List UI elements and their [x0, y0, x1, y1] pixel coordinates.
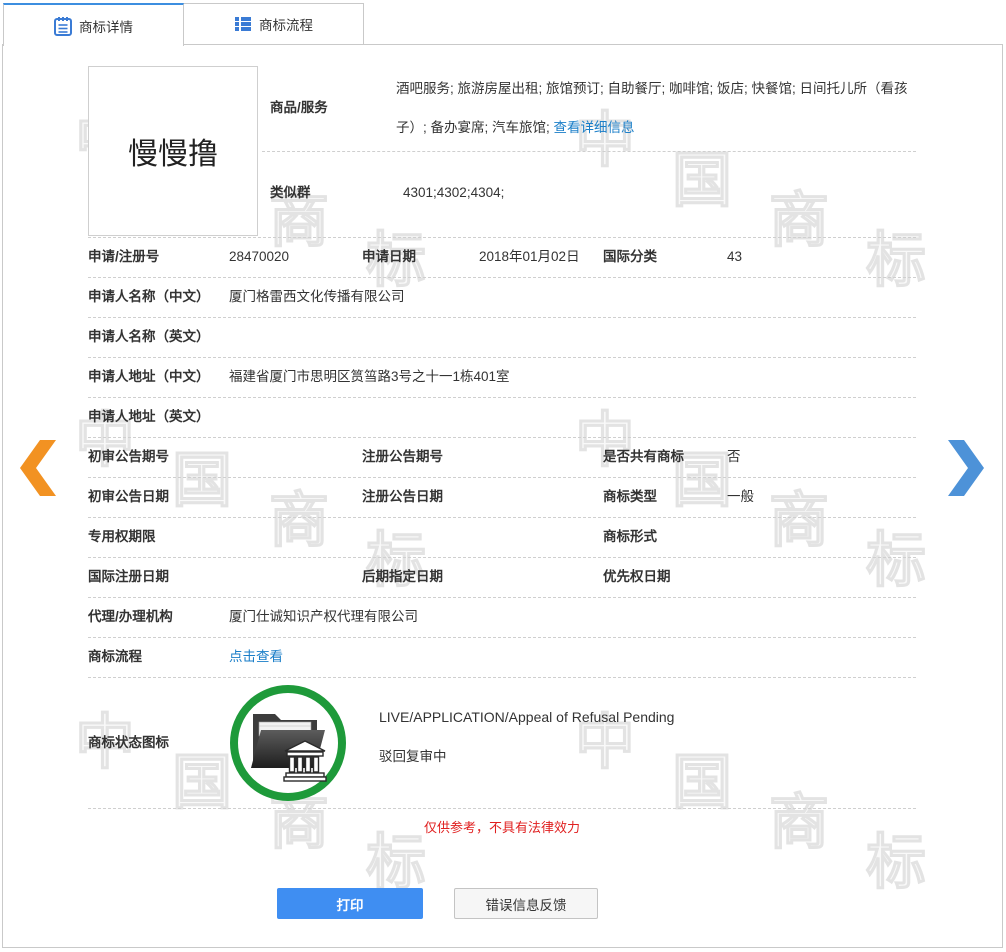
status-icon-label: 商标状态图标 [88, 735, 169, 750]
trademark-detail-page: 商标详情 商标流程 中国商标中国商标中国商标中国商标中国商标中国商标 慢慢撸 商… [0, 0, 1006, 952]
later-designation-date-label: 后期指定日期 [362, 569, 443, 584]
print-button-label: 打印 [336, 897, 364, 913]
preliminary-pub-no-label: 初审公告期号 [88, 449, 169, 464]
next-record-button[interactable] [948, 440, 984, 496]
chevron-left-icon [20, 440, 56, 496]
similar-group-label: 类似群 [270, 185, 311, 200]
application-date-label: 申请日期 [362, 249, 416, 264]
application-date-value: 2018年01月02日 [479, 249, 580, 264]
priority-date-label: 优先权日期 [603, 569, 671, 584]
applicant-address-cn-label: 申请人地址（中文） [88, 369, 210, 384]
applicant-address-cn-value: 福建省厦门市思明区筼筜路3号之十一1栋401室 [229, 369, 510, 384]
registration-pub-date-label: 注册公告日期 [362, 489, 443, 504]
exclusive-right-period-label: 专用权期限 [88, 529, 156, 544]
similar-group-value: 4301;4302;4304; [403, 185, 505, 200]
registration-pub-no-label: 注册公告期号 [362, 449, 443, 464]
status-text-en: LIVE/APPLICATION/Appeal of Refusal Pendi… [379, 709, 675, 725]
tab-label: 商标详情 [79, 19, 133, 35]
process-label: 商标流程 [88, 649, 142, 664]
applicant-address-en-label: 申请人地址（英文） [88, 409, 210, 424]
goods-services-label: 商品/服务 [270, 100, 328, 115]
goods-services-text: 酒吧服务; 旅游房屋出租; 旅馆预订; 自助餐厅; 咖啡馆; 饭店; 快餐馆; … [396, 81, 908, 135]
list-icon [234, 14, 252, 34]
registration-no-label: 申请/注册号 [88, 249, 160, 264]
trademark-type-label: 商标类型 [603, 489, 657, 504]
shared-trademark-label: 是否共有商标 [603, 449, 684, 464]
trademark-form-label: 商标形式 [603, 529, 657, 544]
print-button[interactable]: 打印 [277, 888, 423, 919]
shared-trademark-value: 否 [727, 449, 741, 464]
tab-trademark-details[interactable]: 商标详情 [3, 3, 184, 46]
intl-registration-date-label: 国际注册日期 [88, 569, 169, 584]
prev-record-button[interactable] [20, 440, 56, 496]
feedback-button[interactable]: 错误信息反馈 [454, 888, 598, 919]
registration-no-value: 28470020 [229, 249, 290, 264]
feedback-button-label: 错误信息反馈 [485, 897, 567, 913]
dashed-divider [88, 437, 916, 438]
dashed-divider [88, 557, 916, 558]
dashed-divider [88, 477, 916, 478]
dashed-divider [88, 517, 916, 518]
status-text-cn: 驳回复审中 [379, 749, 447, 764]
trademark-image: 慢慢撸 [88, 66, 258, 236]
view-process-link[interactable]: 点击查看 [229, 647, 283, 667]
trademark-type-value: 一般 [727, 489, 754, 504]
dashed-divider [88, 317, 916, 318]
tab-trademark-flow[interactable]: 商标流程 [183, 3, 364, 44]
dashed-divider [88, 637, 916, 638]
goods-services-value: 酒吧服务; 旅游房屋出租; 旅馆预订; 自助餐厅; 咖啡馆; 饭店; 快餐馆; … [396, 69, 916, 147]
dashed-divider [88, 597, 916, 598]
applicant-name-en-label: 申请人名称（英文） [88, 329, 210, 344]
disclaimer-text: 仅供参考，不具有法律效力 [423, 820, 580, 835]
trademark-image-text: 慢慢撸 [128, 138, 218, 171]
dashed-divider [88, 677, 916, 678]
view-details-link[interactable]: 查看详细信息 [554, 120, 635, 135]
applicant-name-cn-label: 申请人名称（中文） [88, 289, 210, 304]
international-class-value: 43 [727, 249, 743, 264]
dashed-divider [88, 237, 916, 238]
preliminary-pub-date-label: 初审公告日期 [88, 489, 169, 504]
dashed-divider [88, 397, 916, 398]
dashed-divider [262, 151, 916, 152]
applicant-name-cn-value: 厦门格雷西文化传播有限公司 [229, 289, 405, 304]
dashed-divider [88, 808, 916, 809]
tab-label: 商标流程 [259, 18, 313, 33]
agency-value: 厦门仕诚知识产权代理有限公司 [229, 609, 418, 624]
folder-bank-icon [229, 684, 347, 802]
dashed-divider [88, 357, 916, 358]
dashed-divider [88, 277, 916, 278]
international-class-label: 国际分类 [603, 249, 657, 264]
chevron-right-icon [948, 440, 984, 496]
notebook-icon [54, 16, 72, 36]
agency-label: 代理/办理机构 [88, 609, 173, 624]
